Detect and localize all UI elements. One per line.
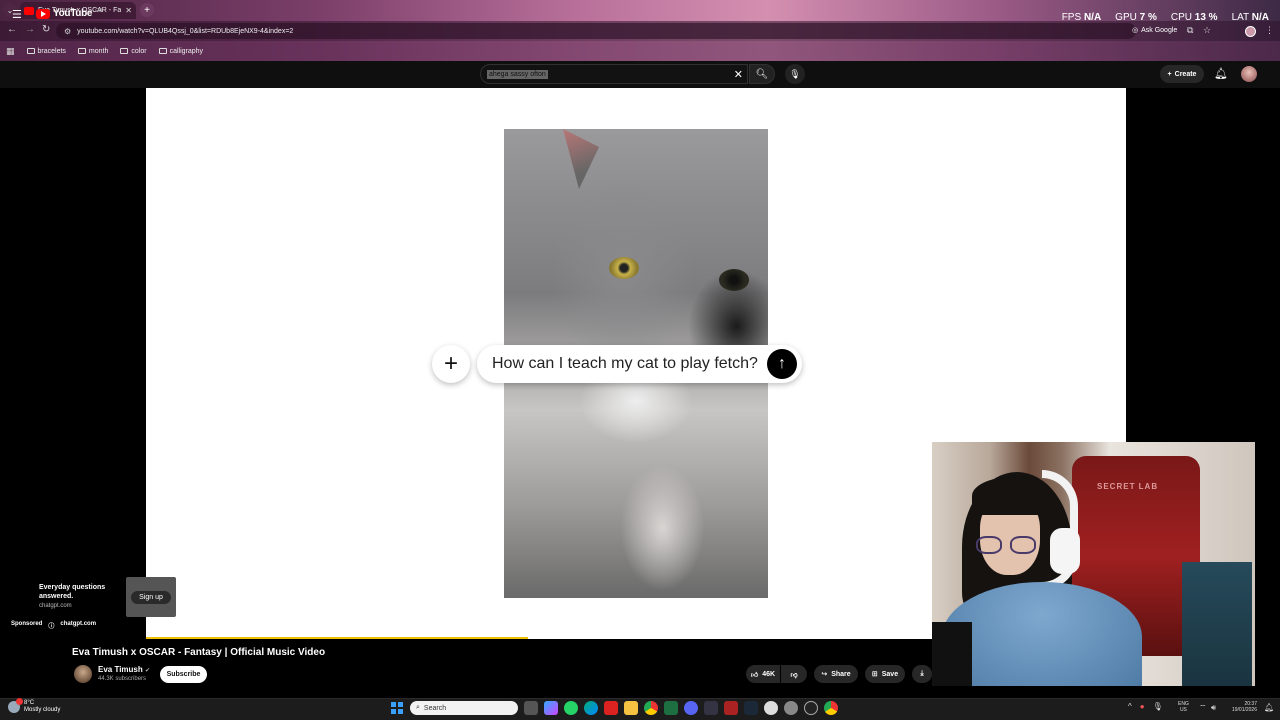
apps-grid-icon[interactable]: ▦ xyxy=(6,46,15,57)
bookmark-star-icon[interactable]: ☆ xyxy=(1203,25,1211,36)
red-app-icon[interactable] xyxy=(604,701,618,715)
app-icon[interactable] xyxy=(764,701,778,715)
bookmark-calligraphy[interactable]: calligraphy xyxy=(158,48,203,55)
plus-icon: + xyxy=(1167,70,1172,78)
bookmark-color[interactable]: color xyxy=(120,48,147,55)
start-button[interactable] xyxy=(391,702,403,714)
download-button[interactable]: ⤓ xyxy=(912,665,932,683)
verified-icon: ✔ xyxy=(145,668,151,674)
like-button[interactable]: 👍︎ 46K xyxy=(746,665,780,683)
chrome-icon[interactable] xyxy=(824,701,838,715)
ask-google-button[interactable]: ◎ Ask Google xyxy=(1132,26,1177,35)
sponsored-label-row: Sponsored ⓘ chatgpt.com xyxy=(11,621,97,630)
search-icon: ⌕ xyxy=(416,704,420,711)
site-info-icon[interactable]: ⚙ xyxy=(64,27,71,36)
prompt-box: How can I teach my cat to play fetch? xyxy=(477,345,802,383)
info-icon: ⓘ xyxy=(48,624,55,630)
wifi-icon[interactable]: ⌔ xyxy=(1199,703,1207,713)
file-explorer-icon[interactable] xyxy=(624,701,638,715)
clear-search-icon[interactable]: ✕ xyxy=(734,68,743,81)
weather-widget[interactable]: 8°C Mostly cloudy xyxy=(8,698,60,714)
ad-progress-bar[interactable] xyxy=(146,637,529,639)
search-query: ahega sassy ofton xyxy=(487,69,548,79)
prompt-plus-button: + xyxy=(432,345,470,383)
chair-brand-logo: SECRET LAB xyxy=(1097,482,1159,491)
app-icon[interactable] xyxy=(704,701,718,715)
browser-profile-avatar[interactable] xyxy=(1245,26,1256,37)
forward-icon[interactable]: → xyxy=(25,24,35,35)
channel-avatar[interactable] xyxy=(74,665,92,683)
video-title: Eva Timush x OSCAR - Fantasy | Official … xyxy=(72,647,326,658)
bookmarks-bar: ▦ bracelets month color calligraphy xyxy=(0,41,1280,61)
app-icon[interactable] xyxy=(724,701,738,715)
excel-icon[interactable] xyxy=(664,701,678,715)
ad-headline: Everyday questions answered. xyxy=(39,584,106,600)
edge-icon[interactable] xyxy=(584,701,598,715)
youtube-logo[interactable]: YouTube GB xyxy=(36,8,102,19)
download-icon: ⤓ xyxy=(920,670,924,677)
taskbar-pinned-apps xyxy=(524,701,838,715)
url-bar[interactable]: ⚙ youtube.com/watch?v=QLUB4Qssj_0&list=R… xyxy=(56,23,1136,39)
steam-icon[interactable] xyxy=(744,701,758,715)
volume-icon[interactable]: 🔊︎ xyxy=(1211,703,1216,713)
folder-icon xyxy=(158,48,167,54)
thumbs-down-icon: 👎︎ xyxy=(790,671,798,679)
notifications-icon[interactable]: 🔔︎ xyxy=(1264,703,1274,712)
task-view-icon[interactable] xyxy=(524,701,538,715)
youtube-play-icon xyxy=(36,8,50,19)
google-lens-icon: ◎ xyxy=(1132,27,1139,34)
settings-icon[interactable] xyxy=(784,701,798,715)
microphone-icon[interactable]: 🎙︎ xyxy=(1153,702,1163,711)
taskbar-search[interactable]: ⌕ Search xyxy=(410,701,518,715)
chevron-up-icon[interactable]: ^ xyxy=(1128,702,1132,711)
search-input[interactable]: ahega sassy ofton ✕ xyxy=(480,64,748,84)
search-button[interactable]: 🔍︎ xyxy=(749,64,775,84)
microphone-icon: 🎙︎ xyxy=(789,68,801,79)
webcam-overlay: SECRET LAB xyxy=(932,442,1255,686)
folder-icon xyxy=(120,48,129,54)
send-arrow-icon: ↑ xyxy=(767,349,797,379)
bookmark-bracelets[interactable]: bracelets xyxy=(26,48,66,55)
chrome-icon[interactable] xyxy=(644,701,658,715)
discord-icon[interactable] xyxy=(684,701,698,715)
copilot-icon[interactable] xyxy=(544,701,558,715)
share-button[interactable]: ↪ Share xyxy=(814,665,858,683)
youtube-favicon-icon xyxy=(24,6,34,15)
bookmark-month[interactable]: month xyxy=(77,48,108,55)
subscribe-button[interactable]: Subscribe xyxy=(160,666,207,683)
account-avatar[interactable] xyxy=(1241,66,1257,82)
thumbs-up-icon: 👍︎ xyxy=(750,671,759,679)
system-clock[interactable]: 20:37 19/01/2026 xyxy=(1225,701,1257,713)
subscriber-count: 44.3K subscribers xyxy=(98,676,147,682)
voice-search-button[interactable]: 🎙︎ xyxy=(785,64,805,84)
language-indicator[interactable]: ENG US xyxy=(1178,701,1189,713)
close-tab-icon[interactable]: ✕ xyxy=(125,6,132,15)
reload-icon[interactable]: ↻ xyxy=(42,24,50,35)
weather-icon xyxy=(8,698,23,713)
dislike-button[interactable]: 👎︎ xyxy=(781,665,807,683)
channel-name[interactable]: Eva Timush ✔ xyxy=(98,665,150,674)
obs-icon[interactable] xyxy=(804,701,818,715)
new-tab-button[interactable]: + xyxy=(140,3,154,17)
back-icon[interactable]: ← xyxy=(7,24,17,35)
ad-signup-button[interactable]: Sign up xyxy=(126,577,176,617)
search-icon: 🔍︎ xyxy=(755,68,769,80)
whatsapp-icon[interactable] xyxy=(564,701,578,715)
prompt-text: How can I teach my cat to play fetch? xyxy=(492,355,758,372)
save-button[interactable]: ⊞ Save xyxy=(865,665,905,683)
sponsored-card[interactable]: Everyday questions answered. chatgpt.com… xyxy=(0,577,176,639)
create-button[interactable]: + Create xyxy=(1160,65,1204,83)
install-app-icon[interactable]: ⧉ xyxy=(1187,25,1193,36)
folder-icon xyxy=(26,48,35,54)
save-icon: ⊞ xyxy=(871,671,878,678)
ad-domain: chatgpt.com xyxy=(39,603,72,609)
folder-icon xyxy=(77,48,86,54)
tray-app-icon[interactable]: ● xyxy=(1140,702,1145,711)
menu-hamburger-icon[interactable]: ☰ xyxy=(12,8,22,21)
browser-menu-icon[interactable]: ⋮ xyxy=(1265,25,1274,36)
url-text: youtube.com/watch?v=QLUB4Qssj_0&list=RDU… xyxy=(77,27,294,35)
system-tray: ^ ● 🎙︎ xyxy=(1128,702,1163,711)
notifications-bell-icon[interactable]: 🔔︎ xyxy=(1214,67,1228,80)
share-icon: ↪ xyxy=(821,671,828,678)
